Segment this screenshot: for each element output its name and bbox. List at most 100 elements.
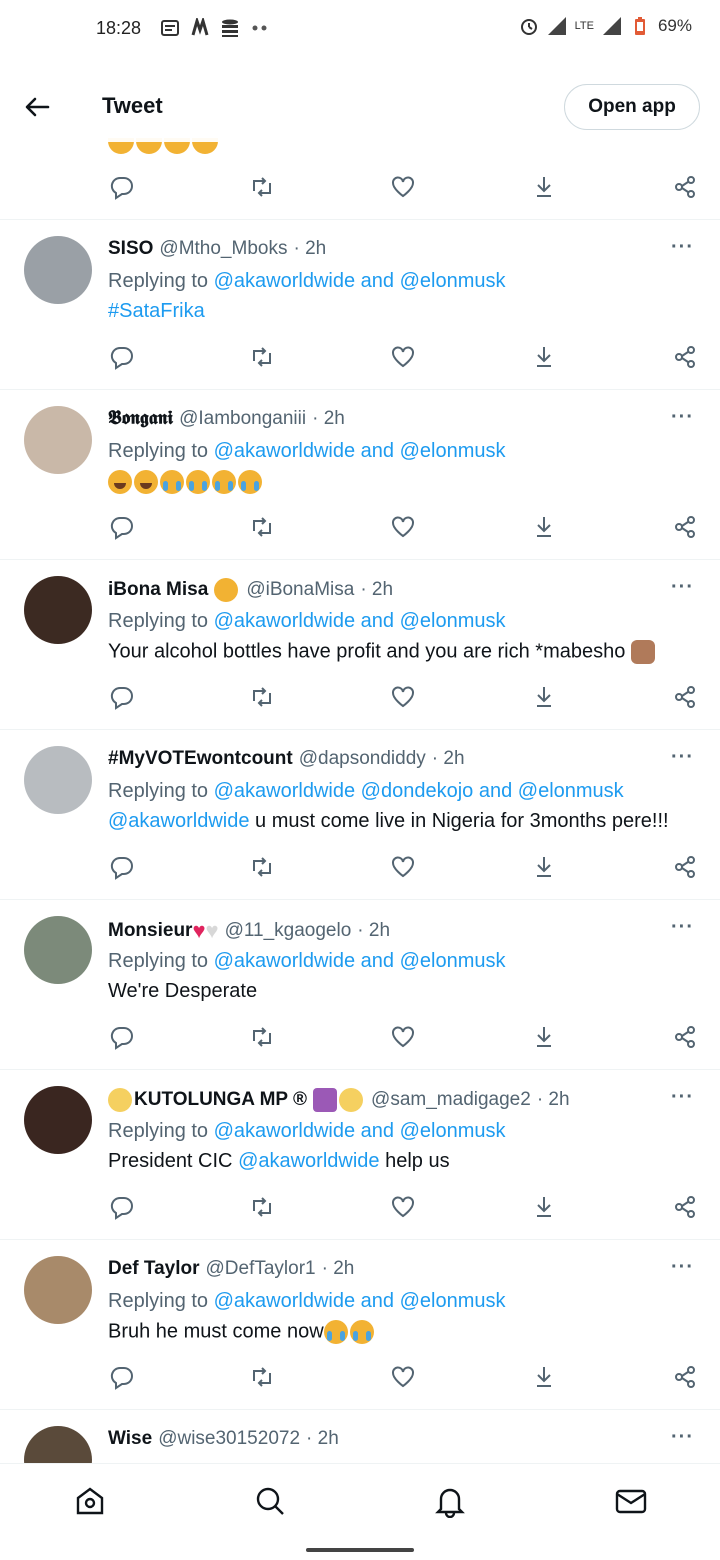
display-name[interactable]: Monsieur: [108, 920, 192, 942]
display-name[interactable]: Wise: [108, 1428, 152, 1450]
user-handle[interactable]: @sam_madigage2: [371, 1089, 531, 1111]
download-icon[interactable]: [531, 684, 557, 710]
more-options-icon[interactable]: ···: [671, 576, 694, 599]
notifications-bell-icon[interactable]: [433, 1484, 467, 1519]
more-options-icon[interactable]: ···: [671, 406, 694, 429]
retweet-icon[interactable]: [249, 1364, 275, 1390]
share-icon[interactable]: [672, 1194, 698, 1220]
search-icon[interactable]: [253, 1484, 287, 1518]
reply-icon[interactable]: [109, 174, 135, 200]
retweet-icon[interactable]: [249, 1194, 275, 1220]
user-handle[interactable]: @dapsondiddy: [299, 748, 426, 770]
user-handle[interactable]: @wise30152072: [158, 1428, 300, 1450]
more-options-icon[interactable]: ···: [671, 916, 694, 939]
user-handle[interactable]: @DefTaylor1: [206, 1258, 316, 1280]
display-name[interactable]: 𝕭𝖔𝖓𝖌𝖆𝖓𝖎: [108, 408, 173, 430]
tweet-reply[interactable]: 𝕭𝖔𝖓𝖌𝖆𝖓𝖎 @Iambonganiii · 2h ··· Replying to @…: [0, 389, 720, 559]
body-mention[interactable]: @akaworldwide: [108, 810, 249, 832]
open-app-button[interactable]: Open app: [564, 84, 700, 130]
reply-mention[interactable]: @akaworldwide: [214, 270, 355, 292]
more-options-icon[interactable]: ···: [671, 1086, 694, 1109]
tweet-reply[interactable]: KUTOLUNGA MP ® @sam_madigage2 · 2h ··· Reply…: [0, 1069, 720, 1239]
back-arrow-icon[interactable]: [22, 92, 52, 122]
avatar[interactable]: [24, 916, 92, 984]
reply-mention[interactable]: @akaworldwide: [214, 610, 355, 632]
reply-mention[interactable]: @dondekojo: [361, 780, 474, 802]
tweet-reply[interactable]: #MyVOTEwontcount @dapsondiddy · 2h ··· Reply…: [0, 729, 720, 899]
reply-icon[interactable]: [109, 1364, 135, 1390]
avatar[interactable]: [24, 746, 92, 814]
reply-mention[interactable]: @elonmusk: [400, 1120, 506, 1142]
reply-icon[interactable]: [109, 344, 135, 370]
messages-mail-icon[interactable]: [614, 1484, 648, 1518]
body-mention[interactable]: @akaworldwide: [238, 1150, 379, 1172]
share-icon[interactable]: [672, 854, 698, 880]
avatar[interactable]: [24, 1256, 92, 1324]
user-handle[interactable]: @iBonaMisa: [246, 579, 354, 601]
user-handle[interactable]: @Mtho_Mboks: [159, 238, 287, 260]
share-icon[interactable]: [672, 684, 698, 710]
home-icon[interactable]: [73, 1484, 107, 1518]
like-icon[interactable]: [390, 1024, 416, 1050]
retweet-icon[interactable]: [249, 174, 275, 200]
share-icon[interactable]: [672, 1024, 698, 1050]
retweet-icon[interactable]: [249, 1024, 275, 1050]
download-icon[interactable]: [531, 1364, 557, 1390]
display-name[interactable]: #MyVOTEwontcount: [108, 748, 293, 770]
reply-icon[interactable]: [109, 1024, 135, 1050]
display-name[interactable]: KUTOLUNGA MP ®: [134, 1089, 307, 1111]
retweet-icon[interactable]: [249, 514, 275, 540]
download-icon[interactable]: [531, 514, 557, 540]
retweet-icon[interactable]: [249, 344, 275, 370]
reply-mention[interactable]: @elonmusk: [400, 440, 506, 462]
display-name[interactable]: Def Taylor: [108, 1258, 200, 1280]
more-options-icon[interactable]: ···: [671, 236, 694, 259]
reply-mention[interactable]: @elonmusk: [518, 780, 624, 802]
retweet-icon[interactable]: [249, 684, 275, 710]
retweet-icon[interactable]: [249, 854, 275, 880]
display-name[interactable]: SISO: [108, 238, 153, 260]
like-icon[interactable]: [390, 854, 416, 880]
tweet-reply[interactable]: iBona Misa @iBonaMisa · 2h ··· Replying to @…: [0, 559, 720, 729]
download-icon[interactable]: [531, 1194, 557, 1220]
like-icon[interactable]: [390, 1194, 416, 1220]
gesture-bar[interactable]: [306, 1548, 414, 1552]
more-options-icon[interactable]: ···: [671, 1426, 694, 1449]
avatar[interactable]: [24, 576, 92, 644]
tweet-reply[interactable]: Def Taylor @DefTaylor1 · 2h ··· Replying to …: [0, 1239, 720, 1409]
reply-mention[interactable]: @akaworldwide: [214, 1120, 355, 1142]
share-icon[interactable]: [672, 344, 698, 370]
tweet-reply[interactable]: Monsieur ♥ ♥ @11_kgaogelo · 2h ··· Replying to…: [0, 899, 720, 1069]
share-icon[interactable]: [672, 514, 698, 540]
reply-icon[interactable]: [109, 514, 135, 540]
reply-mention[interactable]: @akaworldwide: [214, 1290, 355, 1312]
more-options-icon[interactable]: ···: [671, 746, 694, 769]
reply-mention[interactable]: @elonmusk: [400, 950, 506, 972]
like-icon[interactable]: [390, 514, 416, 540]
reply-mention[interactable]: @akaworldwide: [214, 950, 355, 972]
reply-mention[interactable]: @elonmusk: [400, 1290, 506, 1312]
display-name[interactable]: iBona Misa: [108, 579, 208, 601]
like-icon[interactable]: [390, 684, 416, 710]
reply-icon[interactable]: [109, 684, 135, 710]
avatar[interactable]: [24, 406, 92, 474]
user-handle[interactable]: @Iambonganiii: [179, 408, 306, 430]
share-icon[interactable]: [672, 174, 698, 200]
download-icon[interactable]: [531, 344, 557, 370]
share-icon[interactable]: [672, 1364, 698, 1390]
like-icon[interactable]: [390, 1364, 416, 1390]
user-handle[interactable]: @11_kgaogelo: [225, 920, 352, 942]
reply-icon[interactable]: [109, 1194, 135, 1220]
reply-mention[interactable]: @akaworldwide: [214, 440, 355, 462]
reply-mention[interactable]: @elonmusk: [400, 270, 506, 292]
download-icon[interactable]: [531, 174, 557, 200]
avatar[interactable]: [24, 1086, 92, 1154]
reply-mention[interactable]: @akaworldwide: [214, 780, 355, 802]
tweet-reply[interactable]: SISO @Mtho_Mboks · 2h ··· Replying to @akawo…: [0, 219, 720, 389]
like-icon[interactable]: [390, 174, 416, 200]
reply-icon[interactable]: [109, 854, 135, 880]
download-icon[interactable]: [531, 854, 557, 880]
download-icon[interactable]: [531, 1024, 557, 1050]
more-options-icon[interactable]: ···: [671, 1256, 694, 1279]
avatar[interactable]: [24, 236, 92, 304]
